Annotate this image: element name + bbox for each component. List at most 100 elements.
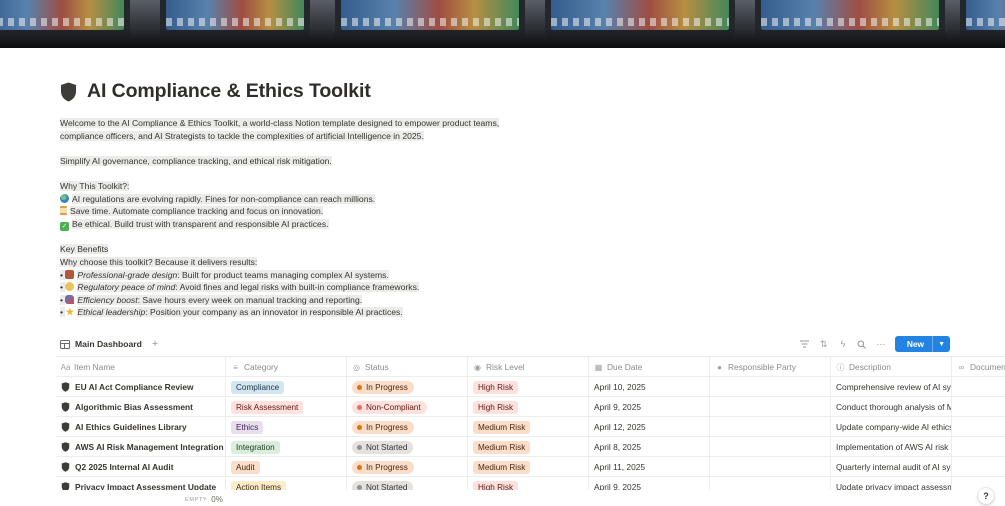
- responsible-party-cell[interactable]: [710, 377, 831, 397]
- due-date-cell[interactable]: April 8, 2025: [589, 437, 710, 457]
- search-icon[interactable]: [857, 339, 867, 349]
- column-header-documents[interactable]: ∞ Documen: [952, 357, 1005, 377]
- due-date-cell[interactable]: April 12, 2025: [589, 417, 710, 437]
- help-icon: ?: [983, 491, 989, 501]
- category-cell[interactable]: Risk Assessment: [226, 397, 347, 417]
- risk-level-cell[interactable]: High Risk: [468, 377, 589, 397]
- due-date-cell[interactable]: April 10, 2025: [589, 377, 710, 397]
- page-title-row: AI Compliance & Ethics Toolkit: [60, 80, 371, 103]
- description-cell[interactable]: Implementation of AWS AI risk m: [831, 437, 952, 457]
- table-icon: [60, 339, 70, 349]
- status-cell[interactable]: Non-Compliant: [347, 397, 468, 417]
- person-icon: ●: [717, 362, 722, 372]
- new-button[interactable]: New ▼: [894, 336, 950, 352]
- table-row[interactable]: Q2 2025 Internal AI Audit Audit In Progres…: [56, 457, 1005, 477]
- status-badge: In Progress: [352, 460, 414, 474]
- risk-level-cell[interactable]: Medium Risk: [468, 457, 589, 477]
- category-tag: Risk Assessment: [231, 400, 304, 414]
- category-cell[interactable]: Integration: [226, 437, 347, 457]
- calculation-footer[interactable]: EMPTY 0%: [185, 495, 223, 504]
- automation-icon[interactable]: ϟ: [838, 339, 848, 349]
- category-cell[interactable]: Compliance: [226, 377, 347, 397]
- column-header-description[interactable]: ⓘ Description: [831, 357, 952, 377]
- category-cell[interactable]: Audit: [226, 457, 347, 477]
- item-name-cell[interactable]: AWS AI Risk Management Integration: [56, 437, 226, 457]
- table-row[interactable]: Algorithmic Bias Assessment Risk Assessme…: [56, 397, 1005, 417]
- responsible-party-cell[interactable]: [710, 397, 831, 417]
- item-name-cell[interactable]: Q2 2025 Internal AI Audit: [56, 457, 226, 477]
- documents-cell[interactable]: [952, 437, 1005, 457]
- peace-icon: [65, 282, 75, 292]
- item-name[interactable]: Q2 2025 Internal AI Audit: [75, 462, 174, 472]
- filter-icon[interactable]: [800, 339, 810, 349]
- shield-icon: [61, 382, 70, 392]
- item-name[interactable]: AWS AI Risk Management Integration: [75, 442, 224, 452]
- database-header: Main Dashboard + ⇅ ϟ ⋯ New ▼: [60, 336, 950, 352]
- calculation-value: 0%: [211, 495, 223, 504]
- due-date-cell[interactable]: April 9, 2025: [589, 397, 710, 417]
- page-title: AI Compliance & Ethics Toolkit: [87, 80, 371, 102]
- due-date-cell[interactable]: April 11, 2025: [589, 457, 710, 477]
- status-badge: Not Started: [352, 440, 414, 454]
- status-cell[interactable]: In Progress: [347, 377, 468, 397]
- description-cell[interactable]: Comprehensive review of AI sys: [831, 377, 952, 397]
- category-tag: Ethics: [231, 420, 264, 434]
- calendar-icon: ▦: [594, 362, 603, 372]
- view-name: Main Dashboard: [75, 339, 142, 349]
- description-cell[interactable]: Conduct thorough analysis of M: [831, 397, 952, 417]
- documents-cell[interactable]: [952, 377, 1005, 397]
- responsible-party-cell[interactable]: [710, 417, 831, 437]
- column-header-risk-level[interactable]: ◉ Risk Level: [468, 357, 589, 377]
- column-header-category[interactable]: ≡ Category: [226, 357, 347, 377]
- risk-level-cell[interactable]: Medium Risk: [468, 437, 589, 457]
- column-header-responsible-party[interactable]: ● Responsible Party: [710, 357, 831, 377]
- table-row[interactable]: AI Ethics Guidelines Library Ethics In Pro…: [56, 417, 1005, 437]
- benefits-heading: Key Benefits: [60, 244, 109, 255]
- shield-icon[interactable]: [60, 82, 77, 102]
- table-row[interactable]: AWS AI Risk Management Integration Integr…: [56, 437, 1005, 457]
- status-cell[interactable]: Not Started: [347, 437, 468, 457]
- sort-icon[interactable]: ⇅: [819, 339, 829, 349]
- shield-icon: [61, 462, 70, 472]
- item-name-cell[interactable]: AI Ethics Guidelines Library: [56, 417, 226, 437]
- item-name-cell[interactable]: Algorithmic Bias Assessment: [56, 397, 226, 417]
- category-tag: Audit: [231, 460, 260, 474]
- link-icon: ∞: [958, 362, 965, 372]
- status-cell[interactable]: In Progress: [347, 417, 468, 437]
- table-row[interactable]: EU AI Act Compliance Review Compliance In …: [56, 377, 1005, 397]
- chevron-down-icon[interactable]: ▼: [932, 336, 950, 352]
- tagline: Simplify AI governance, compliance track…: [60, 155, 332, 166]
- responsible-party-cell[interactable]: [710, 457, 831, 477]
- risk-level-cell[interactable]: High Risk: [468, 397, 589, 417]
- category-cell[interactable]: Ethics: [226, 417, 347, 437]
- category-tag: Integration: [231, 440, 280, 454]
- risk-property-icon: ◉: [474, 362, 481, 372]
- select-property-icon: ≡: [233, 362, 238, 372]
- description-cell[interactable]: Quarterly internal audit of AI sy: [831, 457, 952, 477]
- item-name[interactable]: EU AI Act Compliance Review: [75, 382, 194, 392]
- risk-level-cell[interactable]: Medium Risk: [468, 417, 589, 437]
- more-options-icon[interactable]: ⋯: [876, 339, 886, 349]
- responsible-party-cell[interactable]: [710, 437, 831, 457]
- item-name-cell[interactable]: EU AI Act Compliance Review: [56, 377, 226, 397]
- status-cell[interactable]: In Progress: [347, 457, 468, 477]
- description-cell[interactable]: Update company-wide AI ethics: [831, 417, 952, 437]
- documents-cell[interactable]: [952, 397, 1005, 417]
- star-icon: [65, 307, 75, 316]
- view-tab-main-dashboard[interactable]: Main Dashboard: [60, 339, 142, 349]
- category-tag: Compliance: [231, 380, 285, 394]
- intro-line: Welcome to the AI Compliance & Ethics To…: [60, 118, 500, 128]
- item-name[interactable]: Algorithmic Bias Assessment: [75, 402, 193, 412]
- column-header-item-name[interactable]: Aa Item Name: [56, 357, 226, 377]
- item-name[interactable]: AI Ethics Guidelines Library: [75, 422, 187, 432]
- status-property-icon: ◎: [353, 362, 360, 372]
- documents-cell[interactable]: [952, 457, 1005, 477]
- documents-cell[interactable]: [952, 417, 1005, 437]
- column-header-due-date[interactable]: ▦ Due Date: [589, 357, 710, 377]
- add-view-button[interactable]: +: [152, 339, 158, 350]
- info-icon: ⓘ: [836, 362, 845, 372]
- benefit-item: • Ethical leadership: Position your comp…: [60, 307, 403, 318]
- help-button[interactable]: ?: [978, 488, 994, 504]
- column-header-status[interactable]: ◎ Status: [347, 357, 468, 377]
- briefcase-icon: [65, 269, 75, 279]
